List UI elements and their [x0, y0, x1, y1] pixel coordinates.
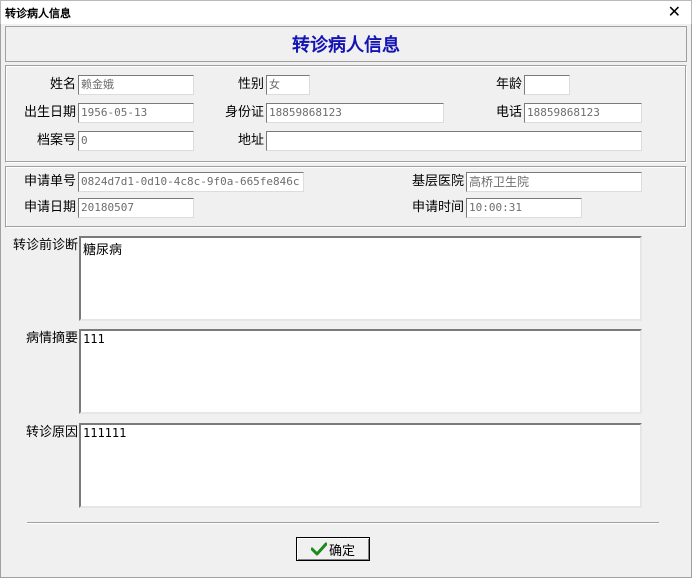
dob-label: 出生日期: [23, 105, 76, 120]
reason-textarea[interactable]: 111111: [79, 423, 642, 508]
dob-field[interactable]: 1956-05-13: [78, 103, 194, 123]
address-label: 地址: [237, 133, 264, 148]
id-label: 身份证: [224, 105, 264, 120]
age-field[interactable]: [524, 75, 570, 95]
check-icon: [310, 542, 327, 556]
gender-label: 性别: [237, 77, 264, 92]
diagnosis-label: 转诊前诊断: [12, 238, 78, 253]
close-icon[interactable]: ✕: [668, 2, 681, 21]
page-title: 转诊病人信息: [292, 35, 400, 56]
title-bar: 转诊病人信息 ✕: [0, 0, 692, 24]
gender-field[interactable]: 女: [266, 75, 310, 95]
summary-label: 病情摘要: [25, 331, 78, 346]
request-no-field[interactable]: 0824d7d1-0d10-4c8c-9f0a-665fe846c: [78, 172, 304, 192]
dialog-header: 转诊病人信息: [5, 26, 687, 62]
window-title: 转诊病人信息: [5, 7, 71, 20]
phone-field[interactable]: 18859868123: [524, 103, 642, 123]
ok-button-label: 确定: [328, 543, 355, 559]
request-date-field[interactable]: 20180507: [78, 198, 194, 218]
reason-label: 转诊原因: [25, 425, 78, 440]
diagnosis-textarea[interactable]: 糖尿病: [79, 236, 642, 321]
name-label: 姓名: [49, 77, 76, 92]
name-field[interactable]: 赖金娥: [78, 75, 194, 95]
file-field[interactable]: 0: [78, 131, 194, 151]
id-field[interactable]: 18859868123: [266, 103, 444, 123]
request-no-label: 申请单号: [23, 174, 76, 189]
footer-separator: [27, 522, 659, 524]
ok-button[interactable]: 确定: [296, 537, 370, 561]
age-label: 年龄: [495, 77, 522, 92]
hospital-label: 基层医院: [411, 174, 464, 189]
phone-label: 电话: [495, 105, 522, 120]
address-field[interactable]: [266, 131, 642, 151]
summary-textarea[interactable]: 111: [79, 329, 642, 414]
file-label: 档案号: [36, 133, 76, 148]
request-date-label: 申请日期: [23, 200, 76, 215]
hospital-field[interactable]: 高桥卫生院: [466, 172, 642, 192]
request-time-field[interactable]: 10:00:31: [466, 198, 582, 218]
request-time-label: 申请时间: [411, 200, 464, 215]
